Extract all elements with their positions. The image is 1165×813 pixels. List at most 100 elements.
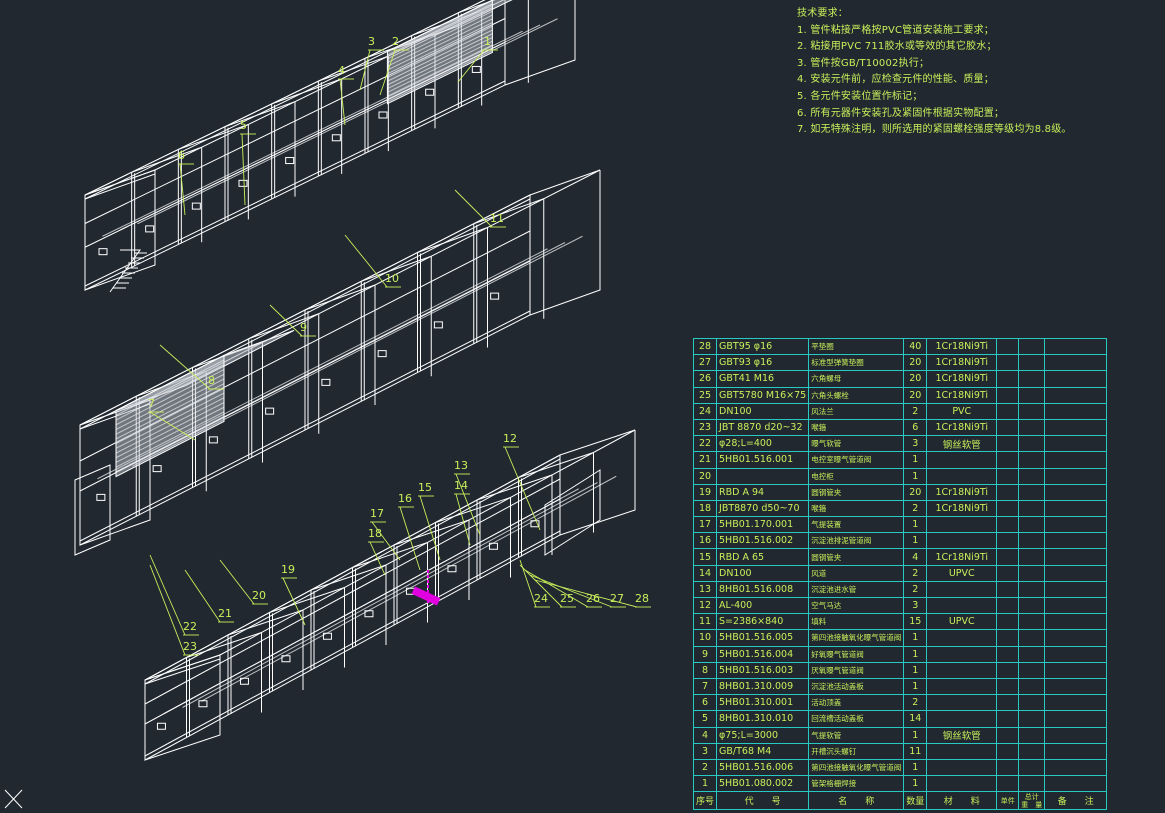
requirement-item: 2. 粘接用PVC 711胶水或等效的其它胶水； [797,41,997,53]
bom-cell-name: 标准型弹簧垫圈 [808,354,905,372]
bom-cell-total-weight [1018,710,1046,728]
bom-cell-unit-weight [996,499,1020,518]
callout-label: 19 [281,563,295,576]
callout-label: 12 [503,432,517,445]
frame-rail [144,658,221,685]
callout-label: 15 [418,481,432,494]
bom-cell-total-weight [1018,613,1046,631]
bom-cell-remark [1044,451,1108,469]
callout-label: 3 [368,35,375,48]
bom-cell-no: 6 [692,694,718,712]
bom-cell-unit-weight [996,386,1020,404]
bom-cell-material [926,467,998,485]
bom-cell-material [926,516,998,534]
bom-cell-no: 21 [692,451,718,469]
bom-cell-no: 28 [692,337,718,356]
bom-cell-name: 气提装置 [808,516,905,534]
bom-cell-code: 5HB01.310.001 [716,694,810,712]
bom-cell-code: 5HB01.516.003 [716,661,810,679]
bom-cell-no: 27 [692,354,718,372]
bom-cell-qty: 40 [903,337,928,356]
requirements-title: 技术要求： [797,8,848,19]
bom-cell-unit-weight [996,758,1020,777]
bom-cell-unit-weight [996,548,1020,566]
requirement-item: 5. 各元件安装位置作标记； [797,90,923,102]
inner-rail [137,18,558,225]
bom-cell-material [926,758,998,777]
top-crossbeam [227,609,304,636]
cad-canvas[interactable]: 1 2 3 4 5 6 7 8 9 10 11 12 13 14 15 16 17 18 19 20 21 22 23 24 2… [0,0,1165,813]
bom-cell-name: 喉箍 [808,418,905,437]
bom-cell-qty: 1 [903,629,928,647]
bom-cell-qty: 1 [903,677,928,696]
callout-label: 5 [240,119,247,132]
bom-cell-material: 1Cr18Ni9Ti [926,548,998,566]
bom-row: 26 GBT41 M16 六角螺母 20 1Cr18Ni9Ti [692,370,1108,388]
bom-cell-unit-weight [996,775,1020,793]
bom-cell-code: GBT93 φ16 [716,354,810,372]
bom-cell-name: 风法兰 [808,402,905,420]
equipment-block [265,407,275,415]
bom-cell-qty: 20 [903,386,928,404]
callout-label: 14 [454,479,468,492]
bom-cell-total-weight [1018,645,1046,663]
bom-cell-total-weight [1018,418,1046,437]
callout-label: 9 [300,321,307,334]
bom-row: 2 5HB01.516.006 第四池接触氧化曝气管道阀 1 [692,758,1108,777]
bom-cell-qty: 2 [903,402,928,420]
bom-cell-total-weight [1018,499,1046,518]
bom-cell-unit-weight [996,596,1020,615]
bom-cell-qty: 2 [903,564,928,582]
bom-cell-remark [1044,726,1108,744]
bom-cell-material: 钢丝软管 [926,435,998,453]
bom-row: 22 φ28;L=400 曝气软管 3 钢丝软管 [692,435,1108,453]
bom-cell-remark [1044,516,1108,534]
bom-cell-material [926,694,998,712]
bom-cell-total-weight [1018,386,1046,404]
bom-cell-unit-weight [996,694,1020,712]
callout-leader [454,189,493,228]
bom-cell-remark [1044,418,1108,437]
bom-cell-name: 活动顶盖 [808,694,905,712]
bom-cell-remark [1044,337,1108,356]
bom-cell-name: 六角螺母 [808,370,905,388]
equipment-block [238,179,248,187]
bom-cell-total-weight [1018,726,1046,744]
bom-cell-material [926,775,998,793]
bom-cell-unit-weight [996,661,1020,679]
bom-cell-remark [1044,742,1108,760]
container-back-edge [504,0,576,86]
bom-cell-remark [1044,386,1108,404]
bom-cell-unit-weight [996,645,1020,663]
bom-header-remark: 备 注 [1044,791,1108,811]
bom-cell-remark [1044,677,1108,696]
bom-cell-no: 19 [692,483,718,501]
bom-cell-name: 好氧曝气管道阀 [808,645,905,663]
bom-cell-code: S=2386×840 [716,613,810,631]
bom-header-code: 代 号 [716,791,810,811]
bom-cell-total-weight [1018,451,1046,469]
bom-cell-material [926,532,998,550]
top-crossbeam [435,497,511,523]
bom-row: 12 AL-400 空气马达 3 [692,596,1108,615]
bom-header-material: 材 料 [926,791,998,811]
bom-cell-total-weight [1018,516,1046,534]
bom-cell-no: 10 [692,629,718,647]
bom-cell-no: 18 [692,499,718,518]
callout-label: 1 [484,35,491,48]
bom-cell-remark [1044,499,1108,518]
callout-label: 26 [586,592,600,605]
bom-row: 24 DN100 风法兰 2 PVC [692,402,1108,420]
bom-cell-total-weight [1018,694,1046,712]
bom-cell-total-weight [1018,402,1046,420]
bom-cell-remark [1044,548,1108,566]
bom-cell-remark [1044,467,1108,485]
bom-cell-unit-weight [996,564,1020,582]
bom-row: 3 GB/T68 M4 开槽沉头螺钉 11 [692,742,1108,760]
callout-label: 11 [490,212,504,225]
callout-leader [455,493,471,546]
bom-cell-no: 12 [692,596,718,615]
bom-row: 25 GBT5780 M16×75 六角头螺栓 20 1Cr18Ni9Ti [692,386,1108,404]
callout-label: 16 [398,492,412,505]
bom-cell-no: 14 [692,564,718,582]
